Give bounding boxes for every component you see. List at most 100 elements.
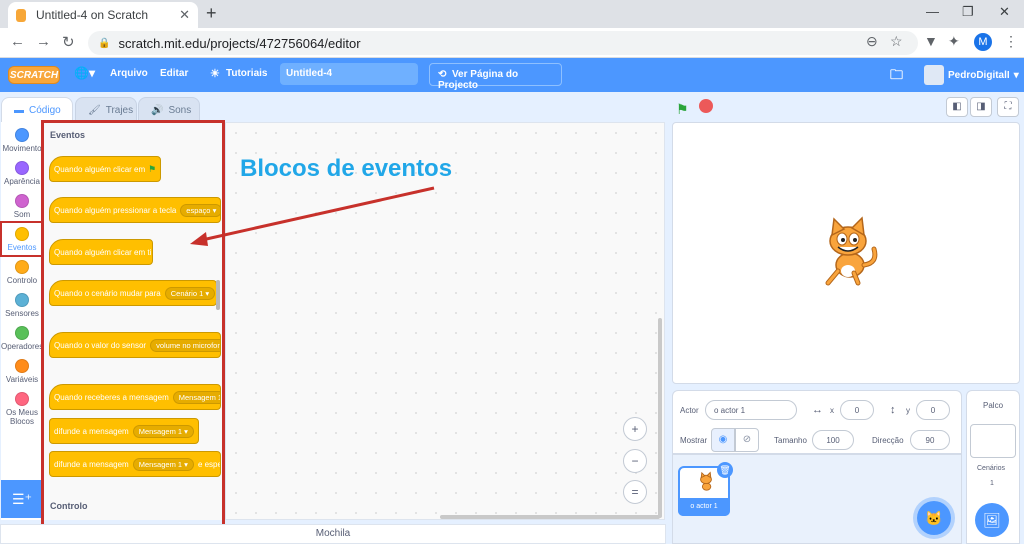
category-dot-icon [15,161,29,175]
bookmark-star-icon[interactable]: ☆ [890,33,903,50]
sprite-name-input[interactable]: o actor 1 [705,400,797,420]
browser-tab-title: Untitled-4 on Scratch [36,8,149,22]
code-icon: ▬ [14,105,24,116]
menu-edit[interactable]: Editar [160,68,188,79]
annotation-label: Blocos de eventos [240,155,453,182]
cat-sprite-icon [825,216,878,286]
show-visible-eye-icon[interactable]: ◉ [711,428,735,452]
browser-tab-bar: Untitled-4 on Scratch ✕ + — ❐ ✕ [0,0,1024,28]
menu-file[interactable]: Arquivo [110,68,148,79]
restore-icon[interactable]: ❐ [962,4,974,20]
tab-sounds-label: Sons [168,104,192,116]
close-tab-icon[interactable]: ✕ [179,7,190,23]
category-variables[interactable]: Variáveis [1,359,43,384]
backdrops-count: 1 [990,480,994,487]
stage-canvas[interactable] [672,122,1020,384]
category-dot-icon [15,392,29,406]
url-text: scratch.mit.edu/projects/472756064/edito… [118,35,361,51]
large-stage-button[interactable]: ◨ [970,97,992,117]
zoom-in-button[interactable]: + [623,417,647,441]
sprite-label: Actor [680,406,699,415]
puzzle-icon[interactable]: ✦ [948,33,960,50]
add-sprite-button[interactable]: 🐱 [917,501,951,535]
category-sensing[interactable]: Sensores [1,293,43,318]
scratch-logo[interactable]: SCRATCH [8,66,60,84]
reload-icon[interactable]: ↻ [62,33,75,51]
lightbulb-icon: ☀ [210,68,220,80]
close-window-icon[interactable]: ✕ [999,4,1010,20]
new-tab-button[interactable]: + [206,3,217,24]
stop-icon[interactable] [699,99,713,113]
extension-icon[interactable]: ▼ [924,33,938,49]
user-avatar [924,65,944,85]
zoom-reset-button[interactable]: = [623,480,647,504]
annotation-arrow-icon [190,186,435,246]
y-label: y [906,406,910,415]
user-menu[interactable]: PedroDigitalI ▾ [924,65,1019,85]
events-category-highlight [0,221,44,257]
remix-arrows-icon: ⟲ [438,69,452,80]
hide-eye-slash-icon[interactable]: ⊘ [735,428,759,452]
backpack-bar[interactable]: Mochila [0,524,666,544]
y-input[interactable]: 0 [916,400,950,420]
brush-icon: 🖌 [88,104,101,116]
my-stuff-folder-icon[interactable]: 🗀 [890,66,903,88]
minimize-icon[interactable]: — [926,4,939,19]
size-label: Tamanho [774,436,807,445]
add-backdrop-button[interactable]: 🖼 [975,503,1009,537]
forward-arrow-icon[interactable]: → [36,33,51,50]
menu-tutorials[interactable]: Tutoriais [226,68,267,79]
category-label: Som [13,210,31,219]
category-my-blocks[interactable]: Os Meus Blocos [1,392,43,426]
back-arrow-icon[interactable]: ← [10,33,25,50]
scratch-favicon-icon [16,8,26,22]
size-input[interactable]: 100 [812,430,854,450]
category-operators[interactable]: Operadores [1,326,43,351]
address-bar-row: ← → ↻ 🔒 scratch.mit.edu/projects/4727560… [0,28,1024,58]
category-dot-icon [15,194,29,208]
sprite-thumbnail-name: o actor 1 [678,498,730,516]
category-dot-icon [15,293,29,307]
workspace-vertical-scrollbar[interactable] [658,318,662,518]
project-title-input[interactable]: Untitled-4 [280,63,418,85]
profile-avatar[interactable]: M [974,33,992,51]
workspace-horizontal-scrollbar[interactable] [440,515,660,519]
add-extension-button[interactable]: ☰⁺ [1,480,43,518]
direction-label: Direcção [872,436,904,445]
browser-tab[interactable]: Untitled-4 on Scratch ✕ [8,2,198,28]
speaker-icon: 🔊 [151,104,164,116]
x-label: x [830,406,834,415]
category-dot-icon [15,128,29,142]
language-globe-icon[interactable]: 🌐▾ [74,66,95,80]
cat-plus-icon: 🐱 [925,510,943,526]
scratch-menu-bar: SCRATCH 🌐▾ Arquivo Editar ☀ Tutoriais Un… [0,58,1024,92]
tab-code-label: Código [29,105,61,116]
green-flag-icon[interactable]: ⚑ [676,101,689,118]
category-label: Aparência [3,177,41,186]
image-plus-icon: 🖼 [983,512,1001,528]
direction-input[interactable]: 90 [910,430,950,450]
url-field[interactable]: 🔒 scratch.mit.edu/projects/472756064/edi… [88,31,918,55]
delete-sprite-trash-icon[interactable]: 🗑 [717,462,733,478]
category-sound[interactable]: Som [1,194,43,219]
stage-thumbnail[interactable] [970,424,1016,458]
backdrops-label: Cenários [977,465,1006,472]
kebab-menu-icon[interactable]: ⋮ [1004,33,1018,50]
x-input[interactable]: 0 [840,400,874,420]
category-label: Operadores [1,342,44,351]
zoom-out-button[interactable]: − [623,449,647,473]
small-stage-button[interactable]: ◧ [946,97,968,117]
see-project-page-button[interactable]: ⟲ Ver Página do Projecto [429,63,562,91]
fullscreen-button[interactable]: ⛶ [997,97,1019,117]
category-label: Controlo [6,276,38,285]
cat-thumbnail-icon [700,471,712,491]
category-looks[interactable]: Aparência [1,161,43,186]
zoom-magnifier-icon[interactable]: ⊖ [866,33,878,50]
category-dot-icon [15,326,29,340]
stage-pane-title: Palco [983,401,1004,410]
show-label: Mostrar [680,436,708,445]
chevron-down-icon: ▾ [1013,69,1019,81]
category-motion[interactable]: Movimento [1,128,43,153]
tab-costumes-label: Trajes [105,104,134,116]
category-control[interactable]: Controlo [1,260,43,285]
